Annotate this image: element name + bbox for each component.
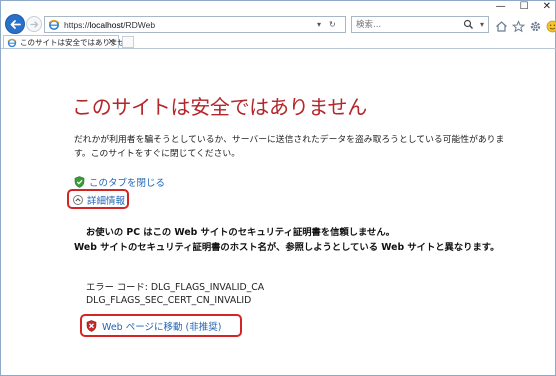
proceed-link[interactable]: Web ページに移動 (非推奨): [102, 319, 221, 333]
tab-title: このサイトは安全ではありません: [20, 38, 133, 47]
error-code-line-1: エラー コード: DLG_FLAGS_INVALID_CA: [86, 282, 265, 293]
chevron-up-icon: [73, 195, 83, 205]
gear-icon[interactable]: [529, 18, 542, 32]
details-link[interactable]: 詳細情報: [87, 193, 125, 207]
browser-window: — ☐ ✕ https://localhost/RDWeb ▾ ↻ 検索... …: [0, 0, 556, 376]
url-host: localhost: [89, 20, 124, 30]
home-icon[interactable]: [495, 18, 508, 32]
smiley-icon[interactable]: [546, 18, 556, 33]
ie-tab-icon: [7, 38, 17, 48]
url-text: https://localhost/RDWeb: [64, 18, 155, 32]
navigation-bar: https://localhost/RDWeb ▾ ↻ ▾: [1, 13, 556, 35]
close-tab-link[interactable]: このタブを閉じる: [89, 175, 165, 189]
address-bar[interactable]: https://localhost/RDWeb ▾ ↻: [44, 16, 346, 33]
error-code-line-2: DLG_FLAGS_SEC_CERT_CN_INVALID: [86, 295, 252, 306]
back-arrow-icon: [10, 20, 21, 29]
back-button[interactable]: [5, 14, 25, 34]
search-dropdown-icon[interactable]: ▾: [480, 18, 484, 32]
url-prefix: https://: [64, 20, 90, 30]
new-tab-button[interactable]: [122, 36, 134, 48]
address-dropdown-icon[interactable]: ▾: [317, 18, 321, 32]
refresh-icon[interactable]: ↻: [329, 18, 336, 32]
maximize-button[interactable]: ☐: [520, 1, 529, 13]
warning-description: だれかが利用者を騙そうとしているか、サーバーに送信されたデータを盗み取ろうとして…: [74, 135, 505, 159]
ie-page-icon: [48, 19, 60, 30]
search-box[interactable]: ▾: [351, 16, 489, 33]
forward-arrow-icon: [30, 21, 39, 28]
details-row[interactable]: 詳細情報: [73, 193, 125, 207]
minimize-button[interactable]: —: [496, 1, 506, 13]
forward-button[interactable]: [26, 16, 42, 32]
search-icon[interactable]: [463, 19, 474, 30]
green-shield-icon: [74, 176, 85, 188]
error-codes: エラー コード: DLG_FLAGS_INVALID_CA DLG_FLAGS_…: [86, 281, 264, 307]
proceed-row[interactable]: Web ページに移動 (非推奨): [86, 319, 221, 333]
window-controls: — ☐ ✕: [496, 1, 551, 13]
page-title: このサイトは安全ではありません: [72, 95, 367, 119]
close-tab-row[interactable]: このタブを閉じる: [74, 175, 165, 189]
red-shield-icon: [86, 320, 97, 332]
certificate-warning: お使いの PC はこの Web サイトのセキュリティ証明書を信頼しません。 We…: [74, 225, 514, 255]
tab-strip: このサイトは安全ではありません ×: [1, 35, 556, 49]
warning-line-2: Web サイトのセキュリティ証明書のホスト名が、参照しようとしている Web サ…: [74, 242, 500, 253]
warning-line-1: お使いの PC はこの Web サイトのセキュリティ証明書を信頼しません。: [86, 227, 395, 238]
url-path: /RDWeb: [123, 20, 156, 30]
close-window-button[interactable]: ✕: [543, 1, 551, 13]
tab-active[interactable]: このサイトは安全ではありません ×: [3, 35, 132, 49]
tab-close-icon[interactable]: ×: [107, 36, 115, 48]
search-input[interactable]: [356, 19, 456, 31]
toolbar-icons: [495, 16, 556, 33]
star-icon[interactable]: [511, 18, 526, 33]
